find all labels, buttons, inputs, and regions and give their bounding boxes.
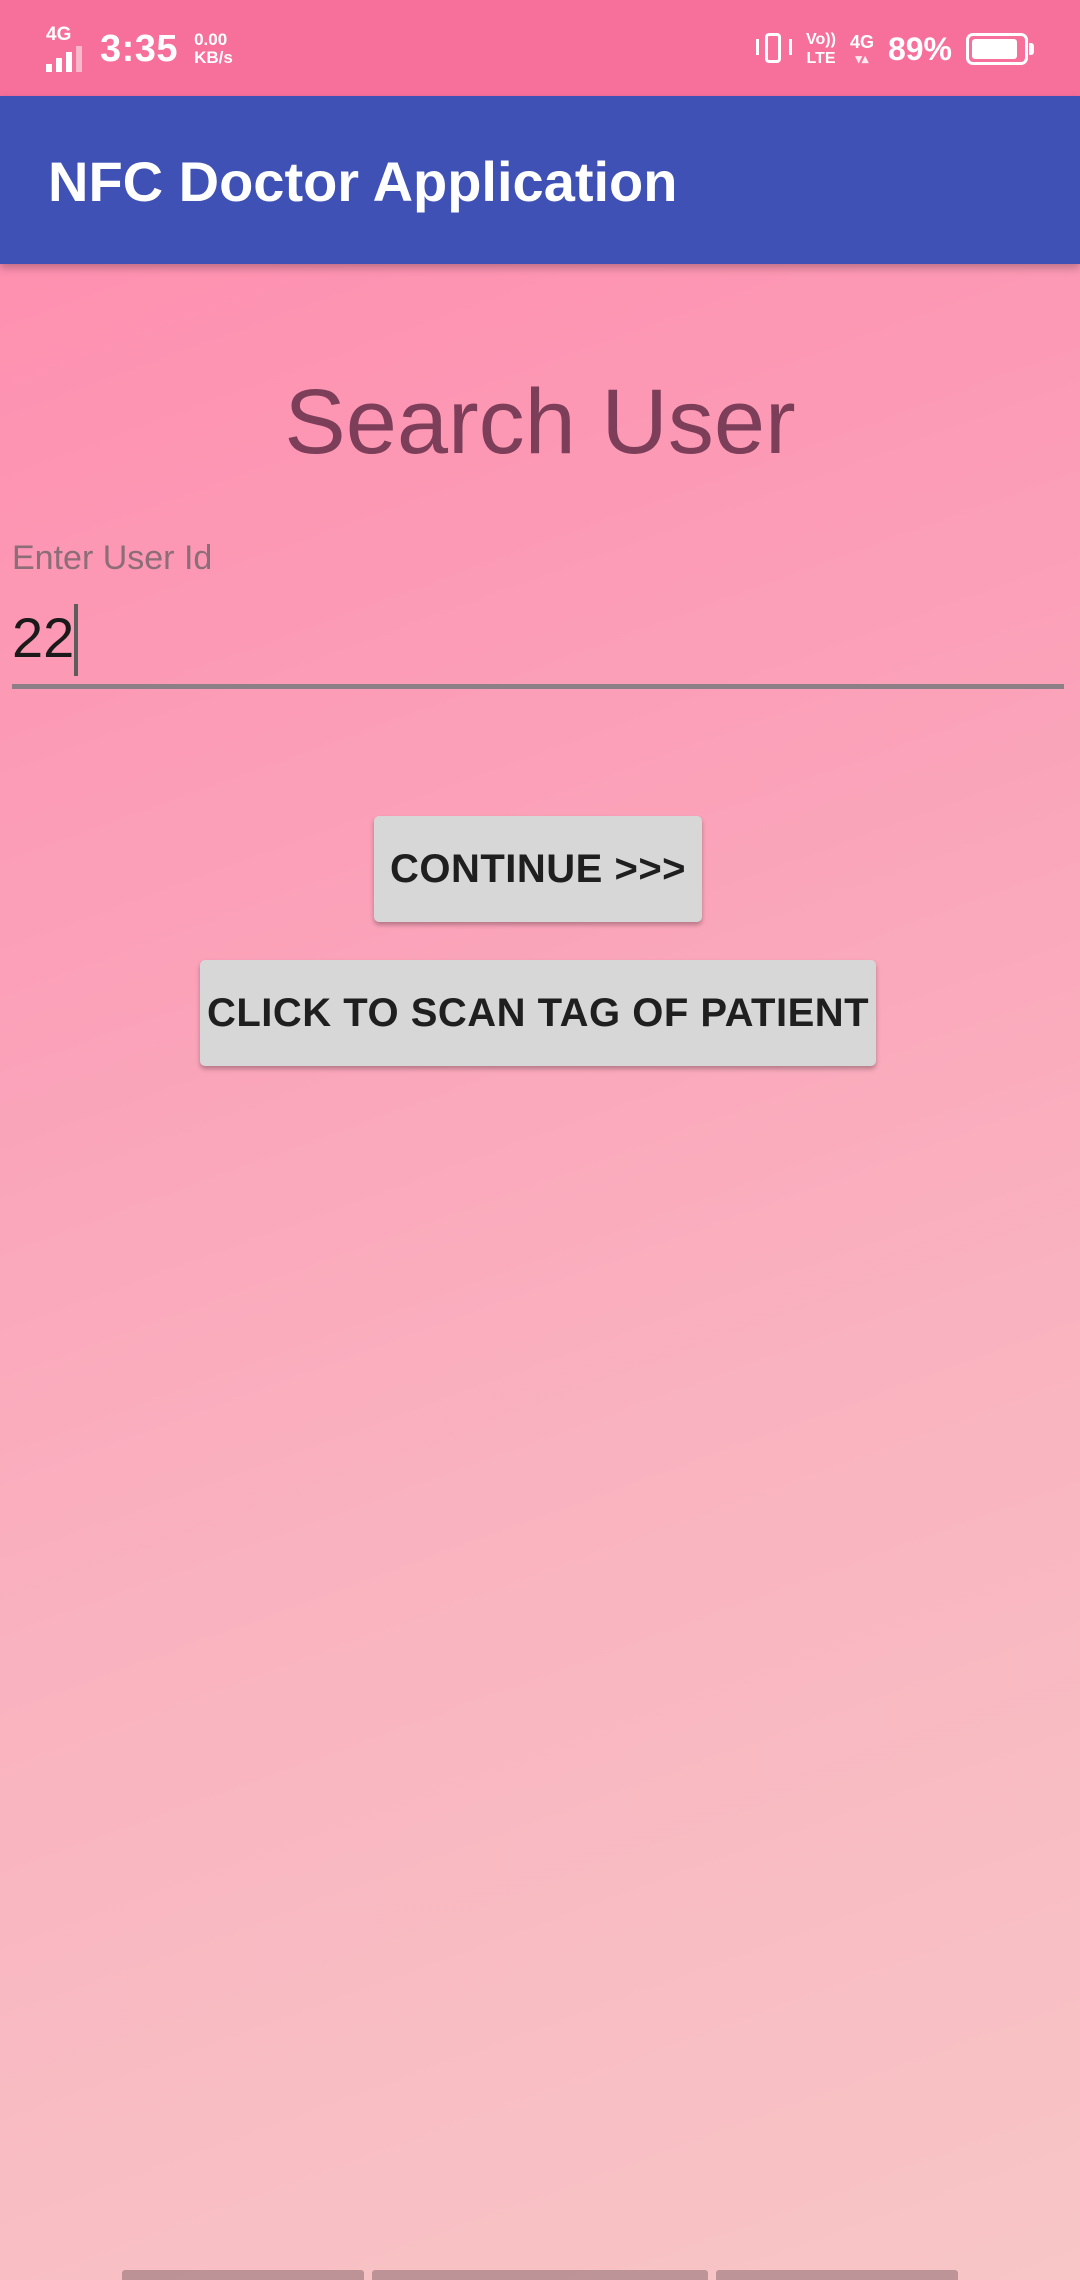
status-left-group: 4G 3:35 0.00 KB/s: [46, 22, 233, 76]
status-right-group: Vo)) LTE 4G ▾▴ 89%: [756, 22, 1034, 76]
battery-percent: 89%: [887, 30, 952, 67]
clock: 3:35: [100, 27, 179, 70]
network-speed: 0.00 KB/s: [194, 31, 233, 67]
text-cursor: [74, 604, 79, 676]
network-type-right: 4G: [849, 32, 874, 52]
volte-indicator: Vo)) LTE: [806, 30, 836, 68]
nav-handle-right[interactable]: [716, 2270, 958, 2280]
volte-top: Vo)): [806, 31, 836, 48]
volte-bottom: LTE: [806, 50, 836, 67]
nav-handle-left[interactable]: [122, 2270, 364, 2280]
battery-fill: [972, 39, 1017, 59]
status-bar: 4G 3:35 0.00 KB/s Vo)) LTE 4G ▾▴ 89%: [0, 0, 1080, 96]
battery-icon: [966, 33, 1034, 65]
page-title: Search User: [284, 371, 796, 473]
continue-button[interactable]: CONTINUE >>>: [374, 816, 702, 922]
user-id-input[interactable]: 22: [12, 600, 1064, 689]
data-arrows-icon: ▾▴: [855, 51, 869, 66]
speed-unit: KB/s: [194, 48, 233, 67]
signal-bars: [46, 46, 82, 72]
nav-handle-center[interactable]: [372, 2270, 708, 2280]
app-bar: NFC Doctor Application: [0, 96, 1080, 264]
data-network-indicator: 4G ▾▴: [850, 32, 874, 66]
signal-icon: 4G: [46, 24, 88, 72]
network-type-left: 4G: [46, 24, 72, 45]
user-id-label: Enter User Id: [12, 539, 213, 577]
scan-tag-button[interactable]: CLICK TO SCAN TAG OF PATIENT: [200, 960, 876, 1066]
vibrate-icon: [756, 29, 793, 69]
user-id-value[interactable]: 22: [12, 600, 74, 676]
app-title: NFC Doctor Application: [48, 150, 678, 213]
speed-value: 0.00: [194, 30, 228, 49]
